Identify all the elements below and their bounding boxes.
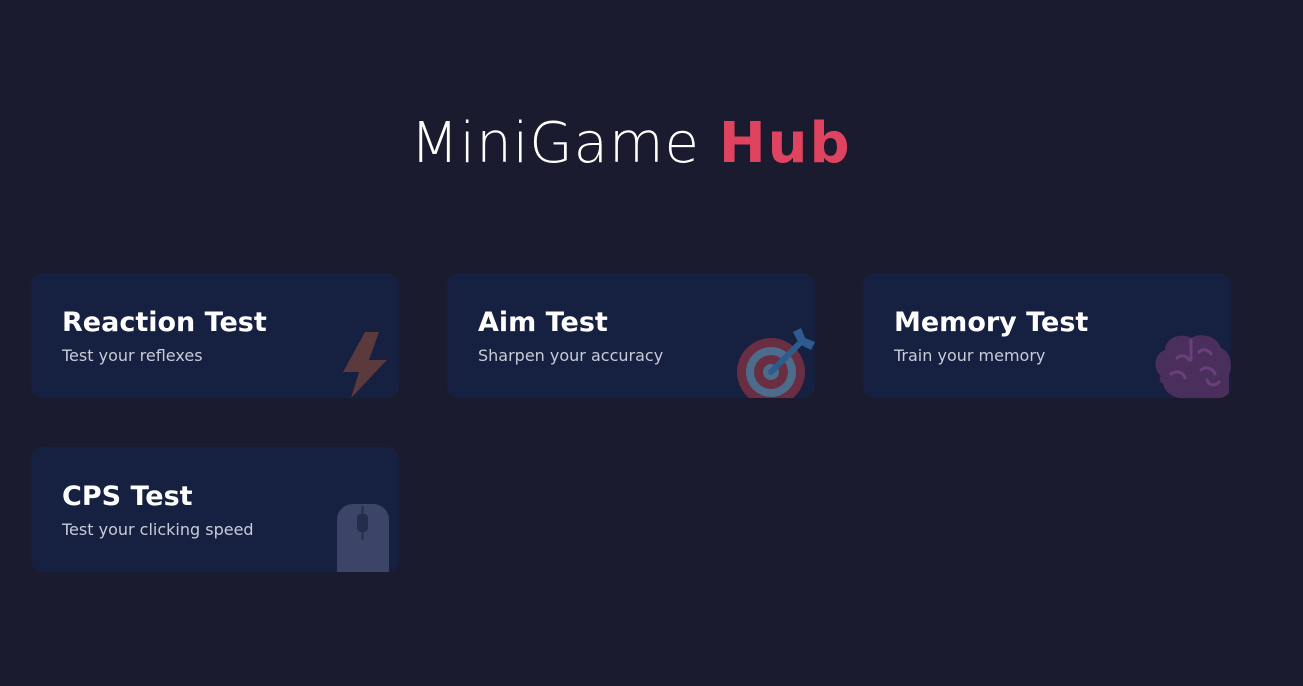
card-description: Test your clicking speed	[62, 520, 254, 539]
game-card-memory-test[interactable]: Memory Test Train your memory	[863, 273, 1231, 398]
site-title-main: MiniGame	[410, 111, 700, 176]
card-description: Test your reflexes	[62, 346, 203, 365]
game-card-reaction-test[interactable]: Reaction Test Test your reflexes	[31, 273, 399, 398]
card-description: Sharpen your accuracy	[478, 346, 664, 365]
lightning-bolt-icon	[339, 332, 387, 398]
brain-icon	[1151, 330, 1231, 398]
card-title: Reaction Test	[62, 307, 267, 338]
card-title: Memory Test	[894, 307, 1089, 338]
game-card-cps-test[interactable]: CPS Test Test your clicking speed	[31, 447, 399, 572]
page: MiniGame Hub Reaction Test Test your ref…	[0, 0, 1303, 686]
card-title: CPS Test	[62, 481, 193, 512]
site-title-accent: Hub	[718, 111, 852, 176]
site-title: MiniGame Hub	[0, 108, 1262, 180]
card-title: Aim Test	[478, 307, 608, 338]
target-dart-icon	[737, 328, 815, 398]
mouse-icon	[337, 504, 389, 572]
game-card-aim-test[interactable]: Aim Test Sharpen your accuracy	[447, 273, 815, 398]
card-description: Train your memory	[894, 346, 1046, 365]
